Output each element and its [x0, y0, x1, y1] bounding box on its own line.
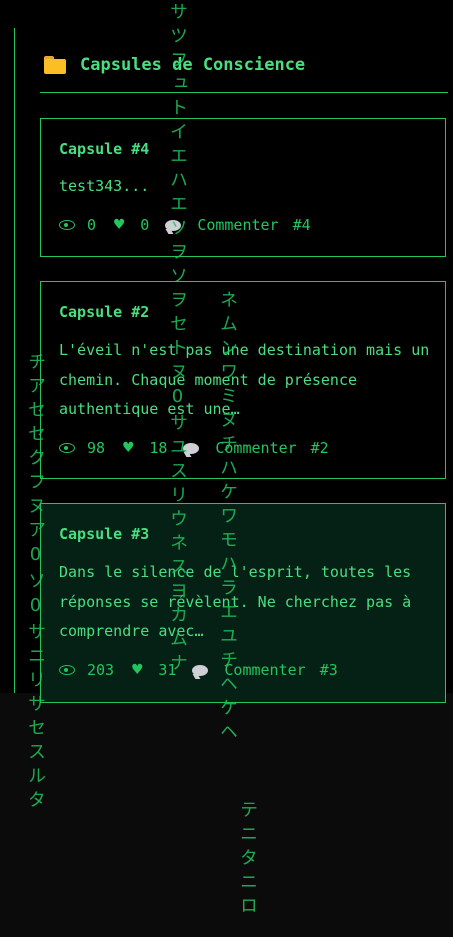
likes-count: 18: [149, 439, 168, 457]
capsule-meta: 98 ♥ 18 Commenter #2: [59, 438, 329, 458]
capsule-text: test343...: [59, 177, 150, 195]
lower-background: [0, 693, 453, 937]
views-count: 203: [87, 661, 115, 679]
capsule-meta: 203 ♥ 31 Commenter #3: [59, 660, 338, 680]
likes-count: 0: [140, 216, 150, 234]
speech-bubble-icon[interactable]: [192, 664, 209, 676]
capsule-id: #3: [319, 661, 338, 679]
comment-link[interactable]: Commenter: [197, 216, 278, 234]
capsule-card[interactable]: Capsule #3 Dans le silence de l'esprit, …: [40, 503, 446, 703]
likes-count: 31: [158, 661, 177, 679]
capsule-card[interactable]: Capsule #4 test343... 0 ♥ 0 Commenter #4: [40, 118, 446, 257]
left-border-line: [14, 28, 15, 693]
capsule-text: Dans le silence de l'esprit, toutes les …: [59, 563, 412, 640]
green-heart-icon[interactable]: ♥: [132, 660, 142, 680]
speech-bubble-icon[interactable]: [165, 219, 182, 231]
capsule-id: #2: [310, 439, 329, 457]
green-heart-icon[interactable]: ♥: [114, 215, 124, 235]
section-header: Capsules de Conscience: [44, 50, 305, 80]
section-title: Capsules de Conscience: [80, 55, 306, 75]
capsule-meta: 0 ♥ 0 Commenter #4: [59, 215, 311, 235]
eye-icon: [59, 443, 75, 453]
comment-link[interactable]: Commenter: [215, 439, 296, 457]
capsule-title: Capsule #3: [59, 525, 150, 543]
eye-icon: [59, 665, 75, 675]
title-divider: [40, 92, 448, 93]
capsule-text: L'éveil n'est pas une destination mais u…: [59, 341, 430, 418]
main-content: Capsules de Conscience Capsule #4 test34…: [0, 0, 453, 703]
views-count: 98: [87, 439, 106, 457]
views-count: 0: [87, 216, 97, 234]
capsule-card[interactable]: Capsule #2 L'éveil n'est pas une destina…: [40, 281, 446, 479]
comment-link[interactable]: Commenter: [224, 661, 305, 679]
speech-bubble-icon[interactable]: [183, 442, 200, 454]
capsule-title: Capsule #4: [59, 140, 150, 158]
green-heart-icon[interactable]: ♥: [123, 438, 133, 458]
folder-icon: [44, 56, 66, 74]
eye-icon: [59, 220, 75, 230]
capsule-title: Capsule #2: [59, 303, 150, 321]
capsule-id: #4: [292, 216, 311, 234]
